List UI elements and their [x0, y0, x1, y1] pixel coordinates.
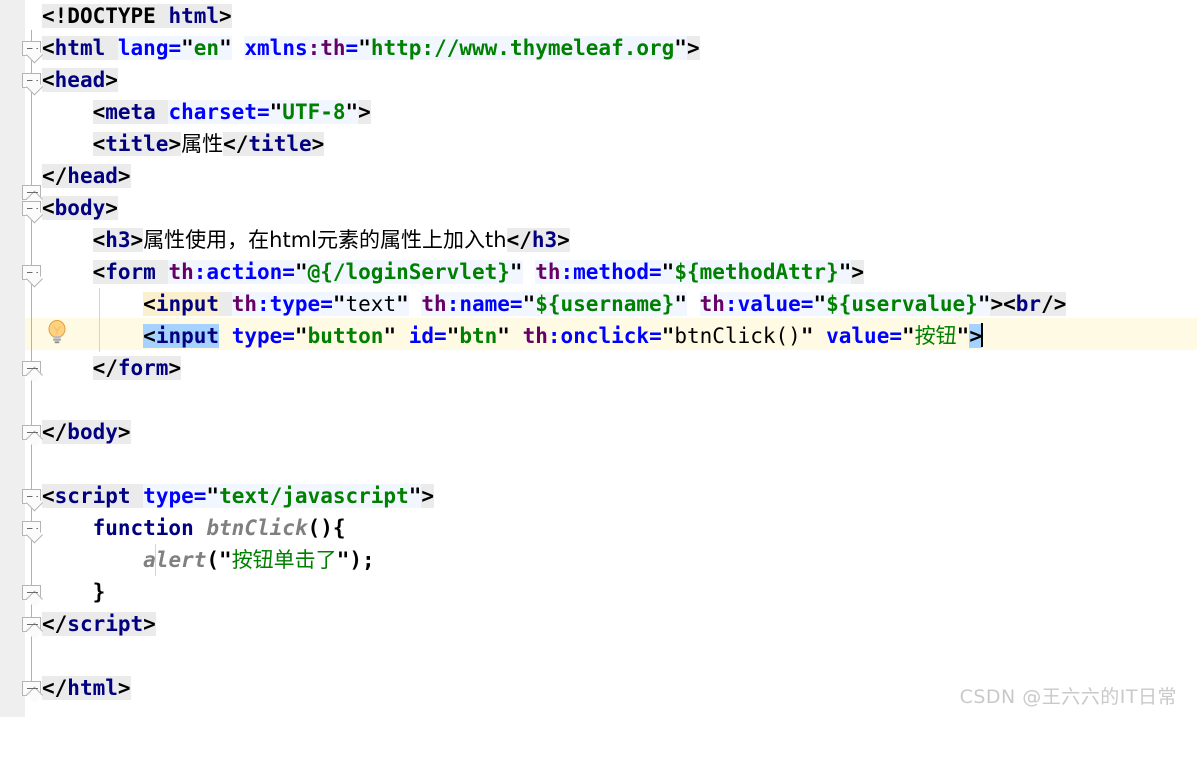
text-caret [980, 323, 983, 347]
fold-icon-form[interactable] [22, 265, 41, 280]
fold-icon-html[interactable] [22, 41, 41, 56]
fold-icon-head-end[interactable] [22, 185, 41, 200]
code-line[interactable]: <!DOCTYPE html> [0, 0, 232, 32]
fold-icon-form-end[interactable] [22, 361, 41, 376]
fold-icon-body-end[interactable] [22, 425, 41, 440]
code-line[interactable]: alert("按钮单击了"); [0, 544, 374, 576]
csdn-watermark: CSDN @王六六的IT日常 [959, 686, 1177, 708]
fold-icon-script-end[interactable] [22, 617, 41, 632]
fold-icon-body[interactable] [22, 201, 41, 216]
fold-icon-function-end[interactable] [22, 585, 41, 600]
code-content[interactable]: <!DOCTYPE html> <html lang="en" xmlns:th… [0, 0, 1197, 717]
fold-icon-html-end[interactable] [22, 681, 41, 696]
code-line[interactable]: <meta charset="UTF-8"> [0, 96, 371, 128]
fold-icon-head[interactable] [22, 73, 41, 88]
code-line[interactable]: <title>属性</title> [0, 128, 325, 160]
fold-icon-script[interactable] [22, 489, 41, 504]
code-line[interactable]: <h3>属性使用，在html元素的属性上加入th</h3> [0, 224, 570, 256]
code-editor[interactable]: <!DOCTYPE html> <html lang="en" xmlns:th… [0, 0, 1197, 717]
fold-icon-function[interactable] [22, 521, 41, 536]
code-line[interactable]: <input th:type="text" th:name="${usernam… [0, 288, 1067, 320]
lightbulb-icon[interactable] [46, 320, 68, 344]
